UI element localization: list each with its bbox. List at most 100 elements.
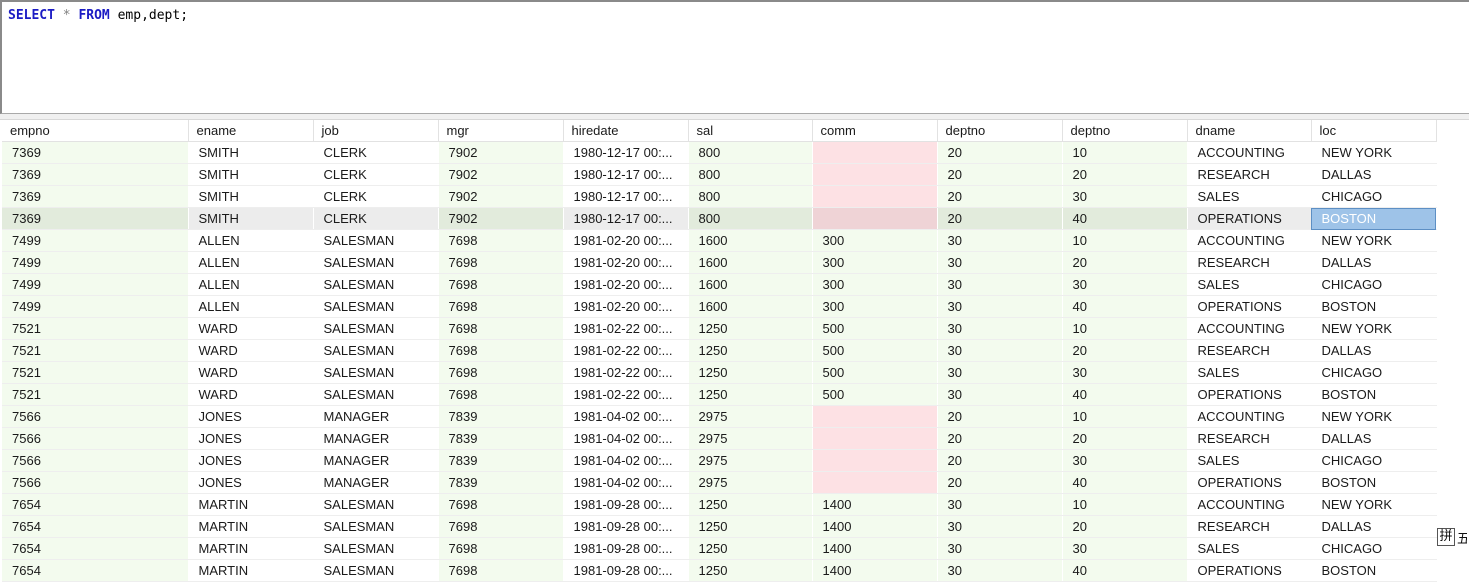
table-row[interactable]: 7654 MARTIN SALESMAN 7698 1981-09-28 00:... 1… <box>2 537 1437 560</box>
cell-comm[interactable] <box>812 141 938 164</box>
cell-loc[interactable]: BOSTON <box>1311 559 1437 582</box>
cell-empno[interactable]: 7654 <box>2 559 189 582</box>
table-row[interactable]: 7521 WARD SALESMAN 7698 1981-02-22 00:... 125… <box>2 317 1437 340</box>
cell-job[interactable]: SALESMAN <box>313 273 439 296</box>
cell-ename[interactable]: WARD <box>188 339 314 362</box>
cell-comm[interactable]: 500 <box>812 317 938 340</box>
cell-deptno[interactable]: 30 <box>937 295 1063 318</box>
cell-empno[interactable]: 7499 <box>2 251 189 274</box>
query-editor[interactable]: SELECT * FROM emp,dept; <box>0 0 1469 114</box>
cell-comm[interactable]: 1400 <box>812 493 938 516</box>
cell-empno[interactable]: 7369 <box>2 163 189 186</box>
cell-job[interactable]: SALESMAN <box>313 493 439 516</box>
cell-job[interactable]: SALESMAN <box>313 339 439 362</box>
cell-job[interactable]: SALESMAN <box>313 317 439 340</box>
cell-hiredate[interactable]: 1980-12-17 00:... <box>563 141 689 164</box>
cell-loc[interactable]: BOSTON <box>1311 295 1437 318</box>
cell-deptno-2[interactable]: 30 <box>1062 537 1188 560</box>
cell-empno[interactable]: 7521 <box>2 361 189 384</box>
cell-sal[interactable]: 800 <box>688 141 813 164</box>
table-row[interactable]: 7654 MARTIN SALESMAN 7698 1981-09-28 00:... 1… <box>2 515 1437 538</box>
cell-dname[interactable]: ACCOUNTING <box>1187 493 1312 516</box>
cell-mgr[interactable]: 7698 <box>438 383 564 406</box>
cell-job[interactable]: CLERK <box>313 141 439 164</box>
cell-loc[interactable]: DALLAS <box>1311 515 1437 538</box>
cell-job[interactable]: CLERK <box>313 163 439 186</box>
cell-mgr[interactable]: 7698 <box>438 559 564 582</box>
cell-comm[interactable] <box>812 163 938 186</box>
cell-sal[interactable]: 800 <box>688 185 813 208</box>
cell-deptno[interactable]: 30 <box>937 251 1063 274</box>
cell-deptno[interactable]: 30 <box>937 361 1063 384</box>
cell-loc[interactable]: DALLAS <box>1311 251 1437 274</box>
cell-deptno-2[interactable]: 30 <box>1062 449 1188 472</box>
cell-loc[interactable]: DALLAS <box>1311 339 1437 362</box>
cell-job[interactable]: SALESMAN <box>313 515 439 538</box>
cell-mgr[interactable]: 7698 <box>438 251 564 274</box>
cell-mgr[interactable]: 7698 <box>438 339 564 362</box>
cell-comm[interactable]: 300 <box>812 229 938 252</box>
cell-dname[interactable]: OPERATIONS <box>1187 471 1312 494</box>
cell-sal[interactable]: 2975 <box>688 405 813 428</box>
cell-job[interactable]: MANAGER <box>313 405 439 428</box>
cell-dname[interactable]: SALES <box>1187 273 1312 296</box>
cell-empno[interactable]: 7566 <box>2 405 189 428</box>
cell-deptno-2[interactable]: 40 <box>1062 207 1188 230</box>
cell-sal[interactable]: 1250 <box>688 537 813 560</box>
cell-mgr[interactable]: 7902 <box>438 163 564 186</box>
cell-job[interactable]: SALESMAN <box>313 361 439 384</box>
cell-dname[interactable]: ACCOUNTING <box>1187 317 1312 340</box>
cell-deptno-2[interactable]: 10 <box>1062 141 1188 164</box>
cell-hiredate[interactable]: 1981-09-28 00:... <box>563 559 689 582</box>
cell-deptno[interactable]: 20 <box>937 427 1063 450</box>
cell-loc[interactable]: NEW YORK <box>1311 317 1437 340</box>
cell-comm[interactable]: 300 <box>812 251 938 274</box>
ime-indicator[interactable]: 拼 五 <box>1437 527 1469 547</box>
column-header-empno[interactable]: empno <box>2 120 189 142</box>
cell-ename[interactable]: JONES <box>188 405 314 428</box>
cell-comm[interactable] <box>812 405 938 428</box>
cell-loc[interactable]: CHICAGO <box>1311 273 1437 296</box>
table-row[interactable]: 7499 ALLEN SALESMAN 7698 1981-02-20 00:... 16… <box>2 251 1437 274</box>
cell-deptno[interactable]: 30 <box>937 317 1063 340</box>
cell-deptno-2[interactable]: 40 <box>1062 471 1188 494</box>
cell-empno[interactable]: 7654 <box>2 537 189 560</box>
cell-sal[interactable]: 1600 <box>688 251 813 274</box>
table-row[interactable]: 7566 JONES MANAGER 7839 1981-04-02 00:... 297… <box>2 427 1437 450</box>
cell-hiredate[interactable]: 1981-02-20 00:... <box>563 251 689 274</box>
cell-mgr[interactable]: 7902 <box>438 141 564 164</box>
cell-comm[interactable]: 500 <box>812 361 938 384</box>
cell-dname[interactable]: RESEARCH <box>1187 339 1312 362</box>
cell-sal[interactable]: 800 <box>688 163 813 186</box>
column-header-sal[interactable]: sal <box>688 120 813 142</box>
cell-empno[interactable]: 7521 <box>2 339 189 362</box>
cell-hiredate[interactable]: 1981-04-02 00:... <box>563 471 689 494</box>
cell-ename[interactable]: ALLEN <box>188 251 314 274</box>
cell-mgr[interactable]: 7839 <box>438 405 564 428</box>
cell-deptno-2[interactable]: 10 <box>1062 317 1188 340</box>
cell-sal[interactable]: 1250 <box>688 493 813 516</box>
cell-ename[interactable]: WARD <box>188 383 314 406</box>
cell-comm[interactable]: 1400 <box>812 537 938 560</box>
cell-hiredate[interactable]: 1980-12-17 00:... <box>563 207 689 230</box>
cell-empno[interactable]: 7566 <box>2 427 189 450</box>
table-row[interactable]: 7499 ALLEN SALESMAN 7698 1981-02-20 00:... 16… <box>2 229 1437 252</box>
cell-empno[interactable]: 7654 <box>2 493 189 516</box>
cell-sal[interactable]: 2975 <box>688 449 813 472</box>
cell-loc[interactable]: BOSTON <box>1311 471 1437 494</box>
cell-ename[interactable]: JONES <box>188 449 314 472</box>
table-row[interactable]: 7499 ALLEN SALESMAN 7698 1981-02-20 00:... 16… <box>2 295 1437 318</box>
cell-deptno[interactable]: 20 <box>937 449 1063 472</box>
cell-deptno-2[interactable]: 30 <box>1062 185 1188 208</box>
cell-dname[interactable]: RESEARCH <box>1187 427 1312 450</box>
cell-hiredate[interactable]: 1981-02-22 00:... <box>563 383 689 406</box>
cell-deptno-2[interactable]: 20 <box>1062 427 1188 450</box>
cell-loc[interactable]: CHICAGO <box>1311 185 1437 208</box>
cell-deptno[interactable]: 20 <box>937 405 1063 428</box>
cell-mgr[interactable]: 7698 <box>438 273 564 296</box>
table-row[interactable]: 7369 SMITH CLERK 7902 1980-12-17 00:... 800 20… <box>2 185 1437 208</box>
cell-mgr[interactable]: 7839 <box>438 449 564 472</box>
cell-job[interactable]: SALESMAN <box>313 295 439 318</box>
cell-deptno-2[interactable]: 40 <box>1062 295 1188 318</box>
cell-empno[interactable]: 7499 <box>2 273 189 296</box>
